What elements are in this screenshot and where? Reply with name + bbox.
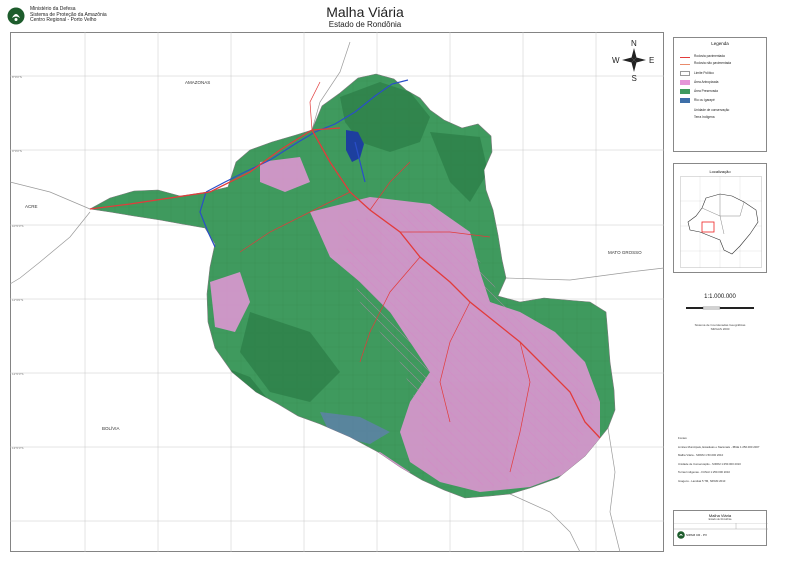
unpaved-road-swatch bbox=[680, 63, 690, 65]
source-line: Unidade de Conservação - SIPAM 1:250.000… bbox=[678, 461, 741, 466]
lat-label: 8°0'0"S bbox=[12, 75, 22, 79]
lat-label: 9°0'0"S bbox=[12, 149, 22, 153]
title-block-subtitle: Estado de Rondônia bbox=[708, 518, 732, 521]
source-line: Imagens - Landsat 5 TM, SIPAM 2010 bbox=[678, 478, 726, 483]
scale-ratio: 1:1.000.000 bbox=[704, 294, 736, 300]
source-line: Limites Municipais, Estaduais e Nacionai… bbox=[678, 444, 760, 449]
legend-item: Área Antropizada bbox=[680, 79, 718, 85]
source-line: Malha Viária - SIPAM 1:50.000 2010 bbox=[678, 453, 724, 457]
compass-w: W bbox=[612, 56, 620, 65]
lat-label: 10°0'0"S bbox=[12, 224, 24, 228]
legend-title: Legenda bbox=[711, 41, 729, 46]
compass-e: E bbox=[649, 56, 654, 65]
label-bolivia: BOLÍVIA bbox=[102, 425, 120, 431]
brazil-outline-map bbox=[680, 176, 762, 268]
paved-road-swatch bbox=[680, 56, 690, 58]
inset-title: Localização bbox=[709, 169, 731, 174]
legend-item: Rodovia não pavimentada bbox=[680, 60, 731, 66]
label-acre: ACRE bbox=[25, 204, 38, 209]
sources-block: Fontes: Limites Municipais, Estaduais e … bbox=[678, 434, 768, 485]
legend-item: Unidade de conservação bbox=[694, 108, 730, 112]
scale-bar bbox=[686, 306, 754, 310]
legend: Legenda Rodovia pavimentada Rodovia não … bbox=[673, 37, 767, 152]
source-line: Fontes: bbox=[678, 436, 688, 440]
header: Ministério da Defesa Sistema de Proteção… bbox=[0, 0, 800, 29]
legend-item: Terra Indígena bbox=[694, 115, 715, 119]
legend-item: Rodovia pavimentada bbox=[680, 53, 725, 59]
lat-label: 12°0'0"S bbox=[12, 372, 24, 376]
preserved-swatch bbox=[680, 88, 690, 94]
projection-note: Sistema de Coordenadas Geográficas SIRGA… bbox=[694, 323, 746, 331]
lat-label: 13°0'0"S bbox=[12, 446, 24, 450]
page-title: Malha Viária bbox=[326, 4, 404, 20]
label-mato-grosso: MATO GROSSO bbox=[608, 250, 642, 255]
legend-item: Área Preservada bbox=[680, 88, 718, 94]
compass-n: N bbox=[631, 39, 637, 48]
legend-item: Rio ou igarapé bbox=[680, 97, 715, 103]
anthropized-swatch bbox=[680, 79, 690, 85]
river-swatch bbox=[680, 97, 690, 103]
location-inset[interactable]: Localização bbox=[673, 163, 767, 273]
compass-s: S bbox=[632, 74, 637, 83]
map-canvas[interactable]: AMAZONAS ACRE MATO GROSSO BOLÍVIA 8°0'0"… bbox=[10, 32, 664, 552]
page-subtitle: Estado de Rondônia bbox=[328, 20, 402, 29]
side-panel: Legenda Rodovia pavimentada Rodovia não … bbox=[668, 32, 772, 552]
lat-label: 11°0'0"S bbox=[12, 298, 23, 302]
source-line: Terras Indígenas - FUNAI 1:250.000 2010 bbox=[678, 470, 730, 474]
legend-item: Limite Político bbox=[680, 70, 714, 76]
label-amazonas: AMAZONAS bbox=[185, 80, 210, 85]
title-block: Malha Viária Estado de Rondônia SIPAM CR… bbox=[673, 510, 768, 546]
political-limit-swatch bbox=[680, 70, 690, 76]
